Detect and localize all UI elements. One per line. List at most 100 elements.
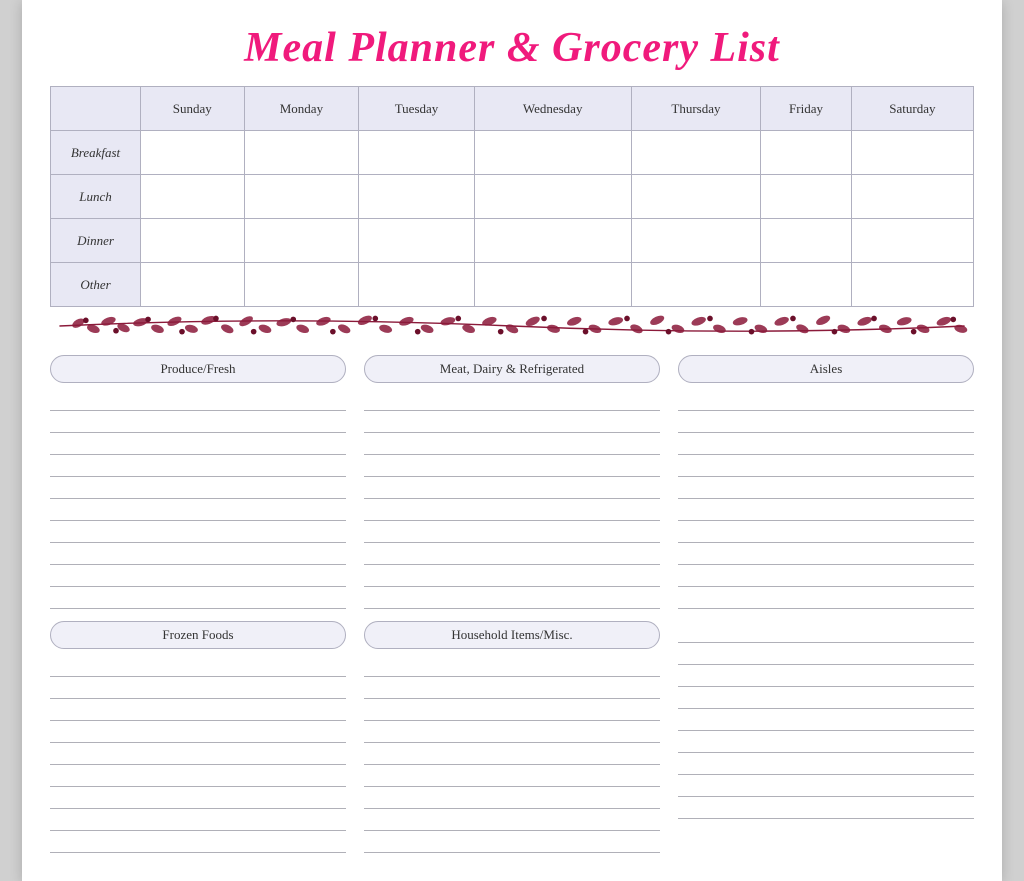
meal-cell[interactable] — [851, 131, 973, 175]
write-line[interactable] — [364, 565, 660, 587]
write-line[interactable] — [364, 455, 660, 477]
meal-row-label: Dinner — [51, 219, 141, 263]
write-line[interactable] — [50, 699, 346, 721]
write-line[interactable] — [364, 699, 660, 721]
meal-cell[interactable] — [141, 131, 245, 175]
write-line[interactable] — [364, 765, 660, 787]
meal-cell[interactable] — [141, 175, 245, 219]
write-line[interactable] — [678, 587, 974, 609]
write-line[interactable] — [364, 389, 660, 411]
meal-cell[interactable] — [359, 175, 474, 219]
write-line[interactable] — [50, 543, 346, 565]
write-line[interactable] — [678, 543, 974, 565]
write-line[interactable] — [50, 565, 346, 587]
write-line[interactable] — [678, 499, 974, 521]
meal-cell[interactable] — [474, 131, 631, 175]
meal-cell[interactable] — [359, 219, 474, 263]
meal-row-label: Breakfast — [51, 131, 141, 175]
meal-cell[interactable] — [244, 175, 359, 219]
write-line[interactable] — [364, 587, 660, 609]
meat-dairy-lines — [364, 389, 660, 609]
write-line[interactable] — [364, 831, 660, 853]
meal-cell[interactable] — [851, 175, 973, 219]
write-line[interactable] — [50, 721, 346, 743]
write-line[interactable] — [50, 521, 346, 543]
header-monday: Monday — [244, 87, 359, 131]
write-line[interactable] — [678, 643, 974, 665]
write-line[interactable] — [50, 655, 346, 677]
write-line[interactable] — [678, 797, 974, 819]
meal-cell[interactable] — [851, 263, 973, 307]
write-line[interactable] — [678, 687, 974, 709]
write-line[interactable] — [678, 433, 974, 455]
write-line[interactable] — [50, 411, 346, 433]
meal-cell[interactable] — [359, 263, 474, 307]
aisles-bottom-lines — [678, 621, 974, 819]
write-line[interactable] — [50, 455, 346, 477]
write-line[interactable] — [678, 709, 974, 731]
header-thursday: Thursday — [631, 87, 761, 131]
header-friday: Friday — [761, 87, 851, 131]
meal-cell[interactable] — [631, 175, 761, 219]
meal-cell[interactable] — [631, 131, 761, 175]
write-line[interactable] — [678, 621, 974, 643]
write-line[interactable] — [678, 389, 974, 411]
write-line[interactable] — [50, 677, 346, 699]
write-line[interactable] — [678, 411, 974, 433]
write-line[interactable] — [678, 455, 974, 477]
meal-cell[interactable] — [631, 219, 761, 263]
meal-cell[interactable] — [851, 219, 973, 263]
write-line[interactable] — [50, 809, 346, 831]
meal-cell[interactable] — [244, 263, 359, 307]
meal-cell[interactable] — [761, 175, 851, 219]
write-line[interactable] — [50, 499, 346, 521]
write-line[interactable] — [678, 731, 974, 753]
write-line[interactable] — [678, 665, 974, 687]
write-line[interactable] — [678, 477, 974, 499]
write-line[interactable] — [50, 477, 346, 499]
write-line[interactable] — [364, 743, 660, 765]
meat-dairy-col: Meat, Dairy & Refrigerated — [364, 355, 660, 609]
write-line[interactable] — [50, 831, 346, 853]
write-line[interactable] — [678, 753, 974, 775]
write-line[interactable] — [364, 787, 660, 809]
write-line[interactable] — [364, 677, 660, 699]
meal-cell[interactable] — [761, 219, 851, 263]
write-line[interactable] — [50, 389, 346, 411]
write-line[interactable] — [364, 521, 660, 543]
write-line[interactable] — [364, 655, 660, 677]
write-line[interactable] — [50, 743, 346, 765]
meal-cell[interactable] — [474, 263, 631, 307]
header-tuesday: Tuesday — [359, 87, 474, 131]
aisles-header: Aisles — [678, 355, 974, 383]
meal-cell[interactable] — [474, 175, 631, 219]
meal-cell[interactable] — [474, 219, 631, 263]
frozen-lines — [50, 655, 346, 853]
write-line[interactable] — [50, 587, 346, 609]
meal-cell[interactable] — [244, 219, 359, 263]
meal-cell[interactable] — [141, 263, 245, 307]
write-line[interactable] — [678, 565, 974, 587]
write-line[interactable] — [50, 787, 346, 809]
write-line[interactable] — [364, 411, 660, 433]
meal-cell[interactable] — [359, 131, 474, 175]
write-line[interactable] — [364, 499, 660, 521]
write-line[interactable] — [678, 775, 974, 797]
empty-header — [51, 87, 141, 131]
write-line[interactable] — [364, 477, 660, 499]
produce-col: Produce/Fresh — [50, 355, 346, 609]
produce-lines — [50, 389, 346, 609]
write-line[interactable] — [364, 543, 660, 565]
meal-cell[interactable] — [761, 263, 851, 307]
header-saturday: Saturday — [851, 87, 973, 131]
write-line[interactable] — [364, 721, 660, 743]
meal-cell[interactable] — [631, 263, 761, 307]
write-line[interactable] — [364, 433, 660, 455]
meal-cell[interactable] — [141, 219, 245, 263]
write-line[interactable] — [364, 809, 660, 831]
meal-cell[interactable] — [244, 131, 359, 175]
write-line[interactable] — [50, 433, 346, 455]
meal-cell[interactable] — [761, 131, 851, 175]
write-line[interactable] — [678, 521, 974, 543]
write-line[interactable] — [50, 765, 346, 787]
